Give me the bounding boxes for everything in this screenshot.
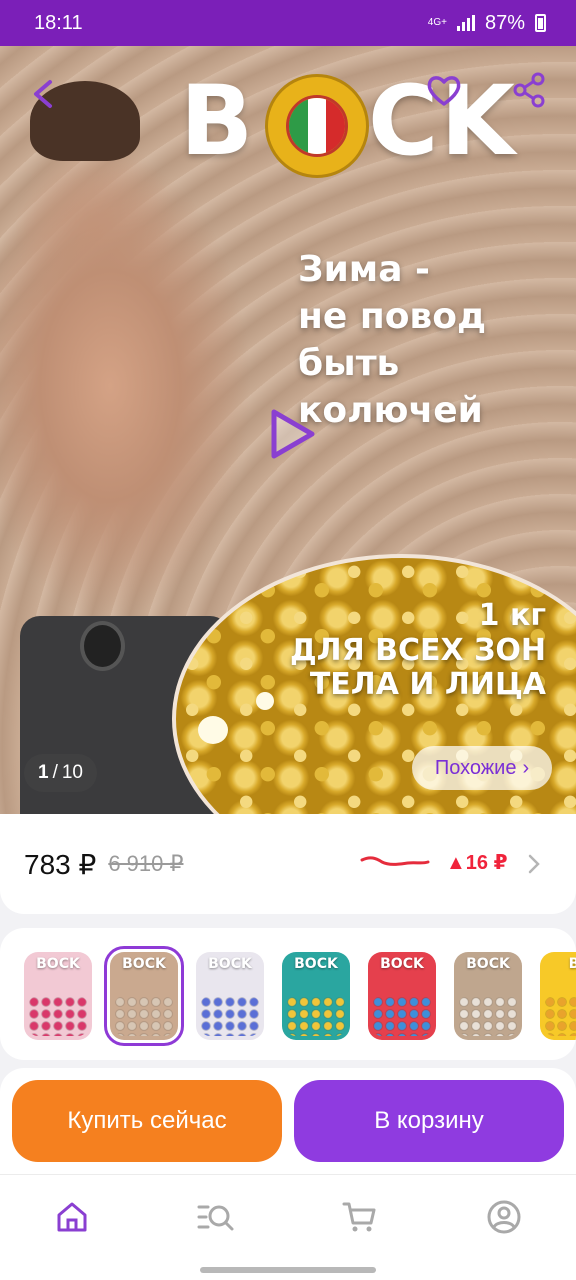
hero-headline: Зима - не повод быть колючей: [298, 246, 576, 434]
hero-headline-line: не повод: [298, 296, 487, 337]
thumbnail-item[interactable]: BOCK: [196, 952, 264, 1040]
status-indicators: 4G+ 87%: [428, 12, 546, 35]
play-icon: [271, 409, 315, 459]
catalog-search-icon: [197, 1205, 234, 1231]
thumbnail-item[interactable]: BOCK: [104, 946, 184, 1046]
thumbnail-brand: BOCK: [294, 956, 338, 972]
image-counter-current: 1: [38, 762, 49, 783]
cart-icon: [342, 1202, 376, 1232]
nav-profile[interactable]: [484, 1197, 524, 1237]
thumbnail-brand: BOCK: [122, 956, 166, 972]
thumbnail-brand: BOCK: [380, 956, 424, 972]
thumbnail-item[interactable]: BOCK: [454, 952, 522, 1040]
promo-weight: 1 кг: [478, 598, 546, 633]
image-counter-separator: /: [52, 762, 58, 783]
favorite-button[interactable]: [424, 70, 464, 110]
thumbnail-product-image: [286, 996, 346, 1036]
nav-catalog[interactable]: [196, 1197, 236, 1237]
heart-icon: [427, 76, 461, 106]
price-history-graph-icon: [360, 856, 430, 866]
play-video-button[interactable]: [264, 406, 320, 462]
italian-technology-seal: [265, 74, 369, 178]
thumbnail-brand: B: [568, 956, 576, 972]
product-image-carousel[interactable]: B CK Зима - не повод быть колючей 1 кг ДЛ…: [0, 46, 576, 814]
nav-home[interactable]: [52, 1197, 92, 1237]
buy-now-button[interactable]: Купить сейчас: [12, 1080, 282, 1162]
add-to-cart-button[interactable]: В корзину: [294, 1080, 564, 1162]
old-price: 6 910 ₽: [108, 851, 184, 876]
profile-icon: [487, 1200, 521, 1234]
thumbnail-item[interactable]: B: [540, 952, 576, 1040]
thumbnail-product-image: [372, 996, 432, 1036]
thumbnail-brand: BOCK: [208, 956, 252, 972]
thumbnail-item[interactable]: BOCK: [368, 952, 436, 1040]
promo-line: ТЕЛА И ЛИЦА: [309, 667, 546, 702]
similar-products-label: Похожие: [434, 756, 517, 779]
image-counter: 1 / 10: [24, 754, 97, 792]
chevron-right-icon: ›: [522, 756, 530, 779]
chevron-left-icon: [34, 80, 52, 108]
hero-headline-line: быть колючей: [298, 343, 483, 431]
thumbnail-product-image: [458, 996, 518, 1036]
share-icon: [513, 72, 545, 108]
back-button[interactable]: [24, 74, 64, 114]
thumbnail-item[interactable]: BOCK: [282, 952, 350, 1040]
thumbnail-product-image: [114, 996, 174, 1036]
home-icon: [57, 1202, 87, 1232]
bottom-navigation: [0, 1174, 576, 1280]
similar-products-button[interactable]: Похожие ›: [412, 746, 552, 790]
image-counter-total: 10: [61, 762, 83, 783]
status-time: 18:11: [34, 11, 83, 34]
granule-highlight: [256, 692, 274, 710]
battery-percent: 87%: [484, 11, 525, 34]
chevron-right-icon: [528, 854, 540, 874]
status-bar: 18:11 4G+ 87%: [0, 0, 576, 46]
thumbnail-product-image: [28, 996, 88, 1036]
promo-line: ДЛЯ ВСЕХ ЗОН: [289, 633, 546, 668]
thumbnail-product-image: [200, 996, 260, 1036]
model-photo-watch: [80, 621, 125, 671]
thumbnail-brand: BOCK: [36, 956, 80, 972]
network-type: 4G+: [427, 17, 447, 28]
current-price: 783 ₽: [24, 848, 97, 880]
promo-text: 1 кг ДЛЯ ВСЕХ ЗОН ТЕЛА И ЛИЦА: [290, 598, 546, 702]
nav-cart[interactable]: [340, 1197, 380, 1237]
price-change: ▲16 ₽: [446, 852, 508, 874]
system-home-indicator[interactable]: [200, 1267, 376, 1273]
signal-icon: [456, 15, 475, 31]
granule-highlight: [198, 716, 228, 744]
action-bar: Купить сейчас В корзину: [0, 1068, 576, 1174]
thumbnail-item[interactable]: BOCK: [24, 952, 92, 1040]
hero-headline-line: Зима -: [298, 249, 430, 290]
thumbnail-strip[interactable]: BOCK BOCK BOCK BOCK BOCK BOCK B: [0, 928, 576, 1060]
battery-icon: [535, 14, 546, 32]
thumbnail-product-image: [544, 996, 576, 1036]
thumbnail-brand: BOCK: [466, 956, 510, 972]
share-button[interactable]: [510, 70, 550, 110]
price-row[interactable]: 783 ₽ 6 910 ₽ ▲16 ₽: [0, 814, 576, 914]
